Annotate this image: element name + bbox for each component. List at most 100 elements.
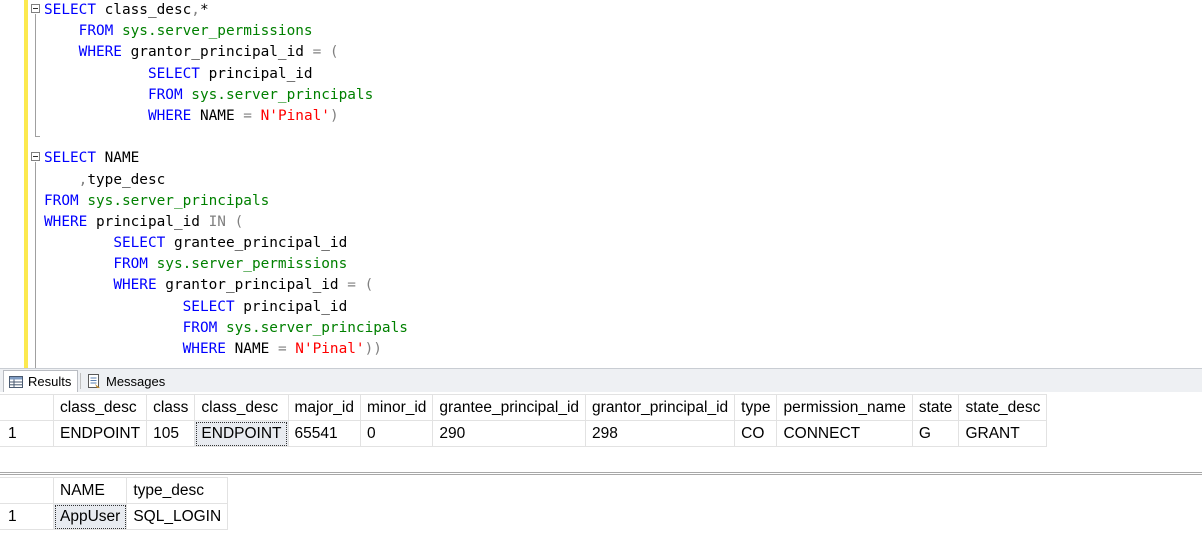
code-line[interactable]: WHERE NAME = N'Pinal') [31, 106, 1191, 127]
column-header[interactable]: type [734, 394, 778, 421]
table-row[interactable]: 1 ENDPOINT 105 ENDPOINT 65541 0 290 298 CO CONNEC… [0, 420, 1048, 447]
column-header[interactable]: type_desc [126, 477, 229, 504]
code-line[interactable]: SELECT NAME [31, 148, 1191, 169]
code-token: sys.server_principals [191, 86, 374, 103]
outline-guide [35, 14, 36, 138]
code-token: = ( [347, 277, 374, 294]
row-number[interactable]: 1 [0, 503, 54, 530]
code-token: sys.server_permissions [121, 23, 313, 40]
code-token: SELECT [182, 298, 235, 315]
code-line[interactable]: SELECT class_desc,* [31, 0, 1191, 21]
corner-cell[interactable] [0, 477, 54, 504]
result-table-1[interactable]: class_desc class class_desc major_id minor_i… [0, 394, 1048, 447]
tab-results[interactable]: Results [3, 370, 78, 392]
corner-cell[interactable] [0, 394, 54, 421]
tab-messages[interactable]: Messages [82, 370, 174, 392]
code-token: FROM [147, 86, 183, 103]
column-header[interactable]: grantor_principal_id [585, 394, 736, 421]
code-line[interactable]: SELECT principal_id [31, 64, 1191, 85]
grid-cell[interactable]: GRANT [958, 420, 1048, 447]
code-token: SELECT [44, 150, 96, 167]
result-grid-2[interactable]: NAME type_desc 1 AppUser SQL_LOGIN [0, 474, 1202, 549]
grid-cell[interactable]: 65541 [287, 420, 361, 447]
code-line[interactable]: FROM sys.server_permissions [31, 21, 1191, 42]
code-line[interactable]: FROM sys.server_principals [31, 318, 1191, 339]
query-editor[interactable]: SELECT class_desc,* FROM sys.server_perm… [0, 0, 1202, 368]
column-header[interactable]: permission_name [776, 394, 913, 421]
code-token: WHERE [44, 213, 88, 230]
code-token: ) [329, 107, 339, 124]
grid-cell[interactable]: 298 [585, 420, 736, 447]
column-header[interactable]: state_desc [958, 394, 1048, 421]
row-number[interactable]: 1 [0, 420, 54, 447]
code-line[interactable]: FROM sys.server_principals [31, 85, 1191, 106]
code-line[interactable]: FROM sys.server_principals [31, 191, 1191, 212]
code-token: sys.server_permissions [156, 256, 348, 273]
grid-cell[interactable]: 0 [359, 420, 434, 447]
code-line[interactable] [31, 127, 1191, 148]
column-header[interactable]: class_desc [52, 394, 148, 421]
grid-cell[interactable]: AppUser [52, 503, 128, 530]
column-header[interactable]: class_desc [194, 394, 289, 421]
result-table-2[interactable]: NAME type_desc 1 AppUser SQL_LOGIN [0, 477, 229, 530]
column-header[interactable]: NAME [52, 477, 128, 504]
code-token: principal_id [234, 298, 348, 315]
code-line[interactable]: SELECT grantee_principal_id [31, 233, 1191, 254]
code-text: WHERE NAME = N'Pinal')) [44, 339, 382, 360]
code-area[interactable]: SELECT class_desc,* FROM sys.server_perm… [31, 0, 1191, 368]
grid-cell[interactable]: 290 [432, 420, 587, 447]
code-token: * [199, 2, 209, 18]
tab-results-label: Results [28, 374, 72, 389]
code-line[interactable]: SELECT principal_id [31, 297, 1191, 318]
code-token: grantor_principal_id [156, 277, 348, 294]
grid-cell[interactable]: ENDPOINT [52, 420, 148, 447]
collapse-toggle-icon[interactable] [31, 4, 40, 13]
grid-cell[interactable]: 105 [146, 420, 196, 447]
column-header[interactable]: state [911, 394, 960, 421]
collapse-toggle-icon[interactable] [31, 152, 40, 162]
code-token: , [191, 2, 200, 18]
code-line[interactable]: ,type_desc [31, 170, 1191, 191]
code-token: principal_id [87, 213, 209, 230]
code-token: SELECT [44, 2, 96, 18]
code-text: ,type_desc [44, 170, 166, 191]
column-header[interactable]: class [146, 394, 196, 421]
column-header[interactable]: major_id [287, 394, 361, 421]
editor-margin [0, 0, 24, 368]
code-line[interactable]: WHERE NAME = N'Pinal')) [31, 339, 1191, 360]
code-line[interactable]: FROM sys.server_permissions [31, 254, 1191, 275]
column-header[interactable]: minor_id [359, 394, 434, 421]
code-token: NAME [191, 107, 244, 124]
tab-separator [80, 373, 81, 389]
table-row[interactable]: 1 AppUser SQL_LOGIN [0, 503, 229, 530]
grid-cell[interactable]: CONNECT [776, 420, 913, 447]
code-token: sys.server_principals [225, 319, 408, 336]
code-line[interactable]: WHERE principal_id IN ( [31, 212, 1191, 233]
column-header[interactable]: grantee_principal_id [432, 394, 587, 421]
code-line[interactable]: WHERE grantor_principal_id = ( [31, 275, 1191, 296]
code-token: WHERE [78, 44, 122, 61]
result-grid-1[interactable]: class_desc class class_desc major_id minor_i… [0, 392, 1202, 473]
code-text: FROM sys.server_principals [44, 191, 269, 212]
code-token: IN ( [208, 213, 244, 230]
grid-cell[interactable]: SQL_LOGIN [126, 503, 229, 530]
results-tab-bar: Results Messages [0, 368, 1202, 392]
grid-cell[interactable]: G [911, 420, 960, 447]
code-token: = [243, 107, 252, 124]
code-line[interactable]: WHERE grantor_principal_id = ( [31, 42, 1191, 63]
grid-cell[interactable]: CO [734, 420, 778, 447]
grid-cell[interactable]: ENDPOINT [194, 420, 289, 447]
code-token: NAME [225, 341, 278, 357]
code-text: FROM sys.server_permissions [44, 21, 313, 42]
code-token: N'Pinal' [260, 107, 330, 124]
code-token: SELECT [147, 65, 200, 82]
